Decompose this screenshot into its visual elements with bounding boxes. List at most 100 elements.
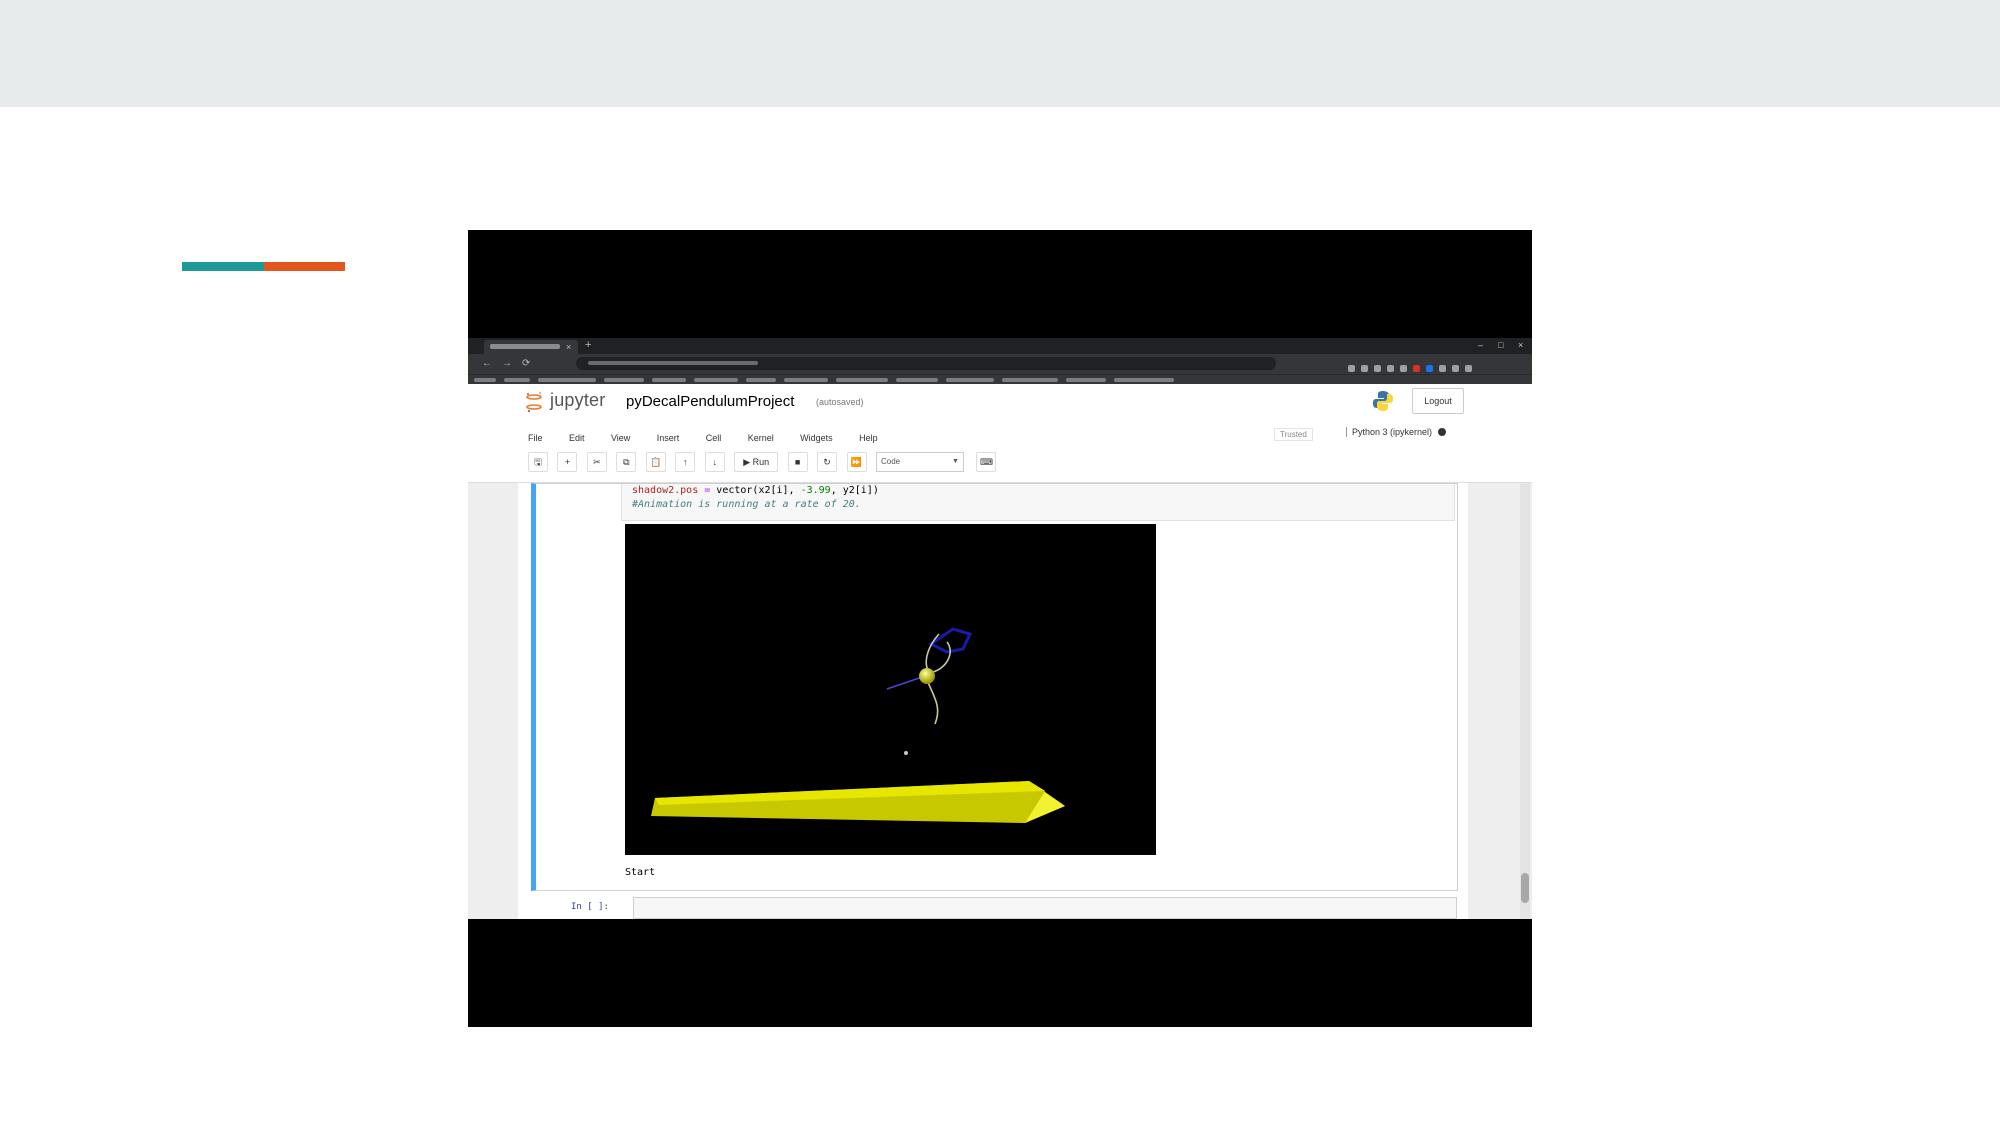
run-button[interactable]: ▶ Run (734, 452, 779, 472)
bookmark-item[interactable] (1066, 378, 1106, 382)
video-frame[interactable]: × + – □ × ← → ⟳ jupyter pyDecalPendulumP… (468, 230, 1532, 1027)
keyboard-icon[interactable]: ⌨ (976, 452, 997, 472)
notebook-title[interactable]: pyDecalPendulumProject (626, 393, 794, 410)
extension-icon[interactable] (1400, 365, 1407, 372)
browser-tab-strip: × + – □ × (468, 338, 1532, 354)
trusted-indicator[interactable]: Trusted (1274, 428, 1313, 441)
code-token: -3.99 (800, 485, 831, 496)
menu-view[interactable]: View (611, 433, 630, 443)
browser-tab[interactable]: × (484, 340, 578, 354)
bookmark-item[interactable] (538, 378, 596, 382)
extension-icon[interactable] (1361, 365, 1368, 372)
bookmark-item[interactable] (694, 378, 738, 382)
copy-icon[interactable]: ⧉ (616, 452, 637, 472)
scrollbar-thumb[interactable] (1521, 873, 1529, 903)
bookmark-item[interactable] (784, 378, 828, 382)
paste-icon[interactable]: 📋 (645, 452, 666, 472)
extension-icon[interactable] (1374, 365, 1381, 372)
code-token: vector(x2[i], (716, 485, 801, 496)
accent-line-orange (264, 262, 345, 271)
vpython-canvas[interactable] (625, 524, 1156, 855)
jupyter-logo-icon[interactable] (525, 391, 543, 413)
cell-output-text: Start (625, 867, 656, 878)
cut-icon[interactable]: ✂ (586, 452, 607, 472)
code-token: shadow2.pos (632, 485, 699, 496)
extension-icon[interactable] (1439, 365, 1446, 372)
bookmark-item[interactable] (652, 378, 686, 382)
bookmark-item[interactable] (504, 378, 530, 382)
bookmark-item[interactable] (946, 378, 994, 382)
extension-icon[interactable] (1426, 365, 1433, 372)
empty-code-cell[interactable]: In [ ]: (531, 896, 1457, 919)
menu-widgets[interactable]: Widgets (800, 433, 833, 443)
python-logo-icon (1373, 391, 1393, 411)
close-window-icon[interactable]: × (1518, 340, 1523, 351)
stop-icon[interactable]: ■ (787, 452, 808, 472)
save-icon[interactable]: 🖫 (528, 452, 548, 472)
new-tab-button[interactable]: + (585, 339, 591, 352)
minimize-icon[interactable]: – (1478, 340, 1483, 351)
cell-type-value: Code (880, 457, 901, 466)
code-line: shadow2.pos = vector(x2[i], -3.99, y2[i]… (632, 484, 1454, 498)
menu-bar: File Edit View Insert Cell Kernel Widget… (528, 428, 900, 444)
kernel-indicator: Python 3 (ipykernel) (1346, 427, 1447, 437)
code-cell[interactable]: shadow2.pos = vector(x2[i], -3.99, y2[i]… (531, 483, 1458, 891)
accent-line-teal (182, 262, 264, 271)
extension-icons (1348, 359, 1523, 372)
empty-code-editor[interactable] (633, 897, 1457, 919)
maximize-icon[interactable]: □ (1498, 340, 1503, 351)
url-text-placeholder (588, 361, 758, 365)
tab-title-placeholder (490, 344, 560, 349)
notebook-toolbar: 🖫 + ✂ ⧉ 📋 ↑ ↓ ▶ Run ■ ↻ ⏩ Code ▼ ⌨ (528, 452, 1001, 472)
logout-button[interactable]: Logout (1412, 388, 1464, 414)
bookmark-item[interactable] (1002, 378, 1058, 382)
jupyter-header: jupyter pyDecalPendulumProject (autosave… (468, 384, 1532, 483)
bookmark-item[interactable] (836, 378, 888, 382)
forward-icon[interactable]: → (502, 358, 512, 369)
notebook-area: shadow2.pos = vector(x2[i], -3.99, y2[i]… (468, 483, 1532, 919)
menu-file[interactable]: File (528, 433, 543, 443)
menu-cell[interactable]: Cell (706, 433, 722, 443)
code-editor[interactable]: shadow2.pos = vector(x2[i], -3.99, y2[i]… (621, 484, 1455, 521)
code-token: , y2[i]) (830, 485, 879, 496)
kernel-name: Python 3 (ipykernel) (1352, 427, 1433, 437)
add-cell-icon[interactable]: + (557, 452, 578, 472)
extension-icon[interactable] (1413, 365, 1420, 372)
code-comment: #Animation is running at a rate of 20. (632, 499, 861, 510)
tab-close-icon[interactable]: × (566, 341, 571, 353)
move-up-icon[interactable]: ↑ (675, 452, 696, 472)
screen-recording: × + – □ × ← → ⟳ jupyter pyDecalPendulumP… (468, 338, 1532, 919)
reload-icon[interactable]: ⟳ (522, 358, 530, 369)
restart-icon[interactable]: ↻ (817, 452, 838, 472)
extension-icon[interactable] (1387, 365, 1394, 372)
back-icon[interactable]: ← (482, 358, 492, 369)
bookmark-item[interactable] (896, 378, 938, 382)
slide-header-bar (0, 0, 2000, 107)
move-down-icon[interactable]: ↓ (704, 452, 725, 472)
cell-type-select[interactable]: Code ▼ (875, 452, 964, 472)
notebook-page: shadow2.pos = vector(x2[i], -3.99, y2[i]… (518, 483, 1468, 919)
kernel-status-icon (1438, 428, 1447, 436)
extension-icon[interactable] (1348, 365, 1355, 372)
extension-icon[interactable] (1452, 365, 1459, 372)
code-token: = (698, 485, 717, 496)
extension-icon[interactable] (1465, 365, 1472, 372)
bookmark-item[interactable] (604, 378, 644, 382)
menu-insert[interactable]: Insert (657, 433, 680, 443)
input-prompt: In [ ]: (571, 902, 609, 912)
pendulum-bob (919, 668, 935, 684)
jupyter-brand[interactable]: jupyter (550, 390, 605, 411)
notebook-scrollbar[interactable] (1520, 483, 1530, 919)
bookmark-item[interactable] (474, 378, 496, 382)
bookmark-item[interactable] (746, 378, 776, 382)
restart-run-all-icon[interactable]: ⏩ (846, 452, 867, 472)
pivot-point (904, 751, 908, 755)
autosave-status: (autosaved) (816, 397, 864, 407)
menu-help[interactable]: Help (859, 433, 878, 443)
chevron-down-icon: ▼ (952, 458, 959, 465)
bookmark-item[interactable] (1114, 378, 1174, 382)
browser-address-bar: ← → ⟳ (468, 354, 1532, 374)
menu-edit[interactable]: Edit (569, 433, 585, 443)
menu-kernel[interactable]: Kernel (748, 433, 774, 443)
url-field[interactable] (576, 357, 1276, 370)
